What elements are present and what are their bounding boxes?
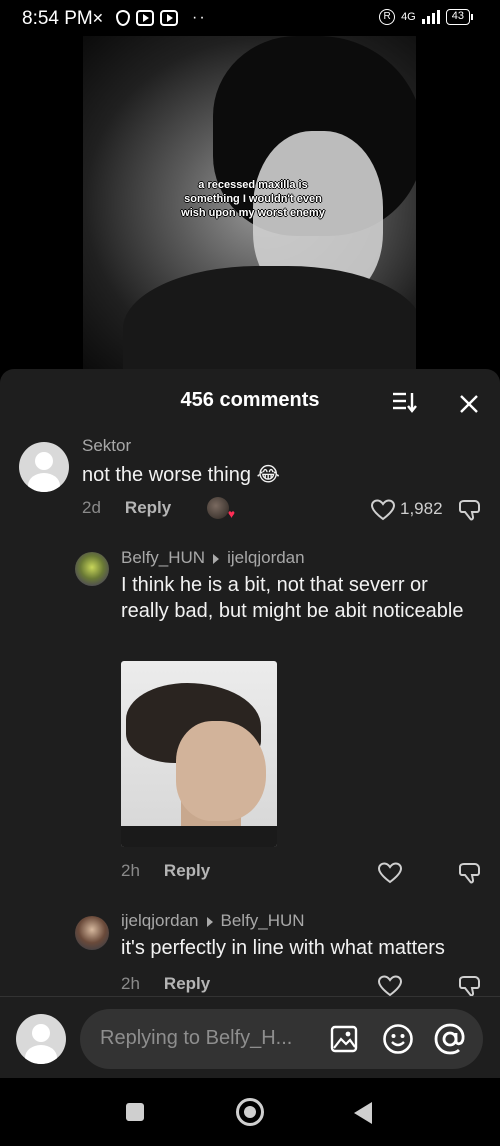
heart-icon[interactable]: [378, 862, 402, 884]
emoji-icon[interactable]: [382, 1023, 414, 1055]
more-notifications-icon: ··: [192, 9, 207, 26]
comments-count: 456 comments: [180, 389, 320, 411]
system-status: R 4G 43: [379, 9, 474, 25]
comment-author[interactable]: Sektor: [82, 436, 482, 456]
battery-icon: 43: [445, 9, 474, 25]
reply-comment: Belfy_HUN ijelqjordan I think he is a bit…: [121, 548, 481, 624]
comment-age: 2h: [121, 974, 140, 993]
dislike-icon[interactable]: [458, 974, 482, 998]
battery-level: 43: [451, 10, 464, 22]
image-shirt-shape: [121, 826, 277, 847]
dislike-icon[interactable]: [458, 498, 482, 522]
comment-text: not the worse thing 😂: [82, 464, 280, 486]
reply-to-user[interactable]: Belfy_HUN: [221, 911, 305, 930]
comment-text: it's perfectly in line with what matters: [121, 937, 445, 959]
reply-to-user[interactable]: ijelqjordan: [227, 548, 305, 567]
comment-author[interactable]: ijelqjordan: [121, 911, 199, 930]
registered-icon: R: [379, 9, 396, 25]
comment-age: 2h: [121, 861, 140, 880]
comment-age: 2d: [82, 498, 101, 517]
reply-header: ijelqjordan Belfy_HUN: [121, 911, 491, 931]
comment-input-bar: Replying to Belfy_H...: [0, 996, 500, 1078]
video-hoodie-shape: [123, 266, 416, 370]
reply-header: Belfy_HUN ijelqjordan: [121, 548, 481, 568]
video-caption: a recessed maxilla is something I wouldn…: [181, 179, 325, 219]
creator-liked-avatar: ♥: [207, 497, 235, 521]
avatar[interactable]: [75, 552, 109, 586]
home-button[interactable]: [236, 1098, 264, 1126]
my-avatar[interactable]: [16, 1014, 66, 1064]
reply-button[interactable]: Reply: [164, 861, 210, 881]
reply-button[interactable]: Reply: [125, 498, 171, 518]
comment-image[interactable]: [121, 661, 277, 847]
status-time: 8:54 PM: [22, 8, 93, 29]
sort-icon[interactable]: [392, 391, 418, 413]
youtube-icon-2: [160, 10, 178, 26]
reply-arrow-icon: [213, 553, 220, 564]
comment-author[interactable]: Belfy_HUN: [121, 548, 205, 567]
back-button[interactable]: [354, 1102, 372, 1124]
at-icon[interactable]: [432, 1021, 468, 1057]
video-frame[interactable]: a recessed maxilla is something I wouldn…: [83, 36, 416, 370]
comment: Sektor not the worse thing 😂: [82, 436, 482, 488]
system-nav-bar: [0, 1078, 500, 1146]
youtube-icon: [136, 10, 154, 26]
comment-text: I think he is a bit, not that severr or …: [121, 574, 464, 622]
notification-icons: ✕ ··: [92, 9, 207, 27]
shield-icon: [116, 10, 130, 26]
image-face-shape: [176, 721, 266, 821]
reply-arrow-icon: [206, 916, 213, 927]
comment-input[interactable]: Replying to Belfy_H...: [80, 1009, 483, 1069]
signal-icon: [421, 10, 440, 24]
close-icon[interactable]: [458, 393, 480, 415]
notification-muted-icon: ✕: [92, 10, 104, 26]
avatar[interactable]: [75, 916, 109, 950]
like-count: 1,982: [400, 499, 443, 518]
heart-icon[interactable]: [371, 499, 395, 521]
status-bar: 8:54 PM ✕ ·· R 4G 43: [0, 0, 500, 36]
network-type: 4G: [401, 11, 416, 23]
reply-comment: ijelqjordan Belfy_HUN it's perfectly in l…: [121, 911, 491, 961]
comment-meta: 2h Reply: [121, 861, 210, 881]
heart-icon[interactable]: [378, 975, 402, 997]
comment-input-placeholder: Replying to Belfy_H...: [100, 1027, 293, 1049]
comment-meta: 2h Reply: [121, 974, 210, 994]
dislike-icon[interactable]: [458, 861, 482, 885]
avatar[interactable]: [19, 442, 69, 492]
recents-button[interactable]: [126, 1103, 144, 1121]
heart-badge-icon: ♥: [227, 507, 235, 521]
image-icon[interactable]: [330, 1025, 358, 1053]
comments-header: 456 comments: [0, 369, 500, 431]
video-area[interactable]: a recessed maxilla is something I wouldn…: [0, 36, 500, 376]
reply-button[interactable]: Reply: [164, 974, 210, 994]
